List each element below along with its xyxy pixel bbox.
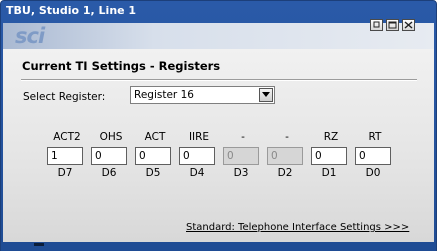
register-bit-field-d2: 0 (267, 147, 303, 165)
close-button[interactable] (402, 19, 415, 31)
register-bit-name: ACT (144, 131, 166, 143)
register-select-value: Register 16 (134, 89, 194, 101)
register-bit-name: IIRE (188, 131, 210, 143)
register-bit-label: D6 (101, 167, 117, 179)
register-bit-name: - (285, 131, 289, 143)
select-register-label: Select Register: (23, 91, 106, 103)
chevron-down-icon (262, 92, 270, 97)
register-bit-field-d3: 0 (223, 147, 259, 165)
resize-grip[interactable] (34, 243, 44, 246)
maximize-button[interactable] (386, 19, 399, 31)
register-bit-label: D4 (189, 167, 205, 179)
restore-button[interactable] (370, 19, 383, 31)
close-icon (404, 21, 413, 29)
register-bit-label: D2 (277, 167, 293, 179)
register-bit-field-d6[interactable]: 0 (91, 147, 127, 165)
register-bit-field-d5[interactable]: 0 (135, 147, 171, 165)
register-bit-name: ACT2 (53, 131, 81, 143)
dropdown-button[interactable] (259, 88, 273, 102)
sci-logo: sci (15, 24, 45, 48)
register-bit-name: OHS (99, 131, 123, 143)
content-panel: Current TI Settings - Registers Select R… (3, 49, 434, 242)
register-bit-field-d4[interactable]: 0 (179, 147, 215, 165)
register-bit-label: D7 (57, 167, 73, 179)
maximize-icon (388, 21, 397, 29)
register-bit-label: D5 (145, 167, 161, 179)
register-bit-name: - (241, 131, 245, 143)
window-bottom-border (1, 242, 436, 251)
panel-heading: Current TI Settings - Registers (22, 59, 221, 73)
heading-divider (21, 79, 417, 81)
register-bit-field-d7[interactable]: 1 (47, 147, 83, 165)
register-bit-label: D3 (233, 167, 249, 179)
register-bit-label: D0 (365, 167, 381, 179)
register-bit-name: RT (368, 131, 382, 143)
register-bit-name: RZ (323, 131, 339, 143)
register-bit-label: D1 (321, 167, 337, 179)
app-window: TBU, Studio 1, Line 1 sci Current TI Set… (0, 0, 437, 251)
standard-settings-link[interactable]: Standard: Telephone Interface Settings >… (186, 222, 409, 233)
register-bit-field-d0[interactable]: 0 (355, 147, 391, 165)
restore-icon (373, 21, 380, 28)
register-bit-field-d1[interactable]: 0 (311, 147, 347, 165)
window-title: TBU, Studio 1, Line 1 (6, 4, 137, 17)
register-select[interactable]: Register 16 (130, 86, 275, 104)
